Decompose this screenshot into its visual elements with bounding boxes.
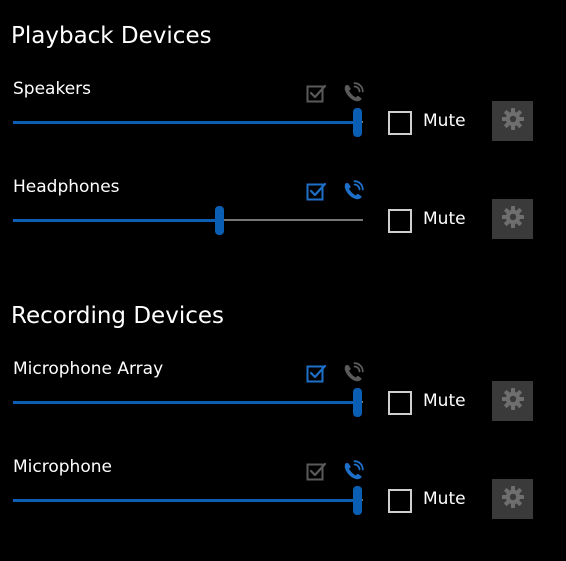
- sound-devices-panel: Playback Devices Speakers Mute Headphone…: [0, 0, 566, 561]
- volume-slider[interactable]: [13, 108, 363, 137]
- mute-checkbox[interactable]: [388, 111, 412, 135]
- volume-slider[interactable]: [13, 486, 363, 515]
- device-row: Speakers Mute: [0, 81, 566, 159]
- gear-icon: [501, 107, 525, 135]
- device-row: Headphones Mute: [0, 179, 566, 257]
- gear-icon: [501, 485, 525, 513]
- default-communication-icon[interactable]: [342, 82, 364, 104]
- default-device-icon[interactable]: [306, 461, 327, 481]
- device-name: Microphone: [13, 457, 112, 477]
- volume-slider[interactable]: [13, 388, 363, 417]
- default-device-icon[interactable]: [306, 363, 327, 383]
- gear-icon: [501, 387, 525, 415]
- volume-slider[interactable]: [13, 206, 363, 235]
- mute-checkbox[interactable]: [388, 391, 412, 415]
- mute-label[interactable]: Mute: [423, 113, 466, 130]
- mute-label[interactable]: Mute: [423, 393, 466, 410]
- mute-checkbox[interactable]: [388, 209, 412, 233]
- device-row: Microphone Mute: [0, 459, 566, 537]
- mute-label[interactable]: Mute: [423, 211, 466, 228]
- device-settings-button[interactable]: [492, 479, 533, 519]
- default-device-icon[interactable]: [306, 83, 327, 103]
- slider-fill: [13, 401, 358, 404]
- slider-thumb[interactable]: [353, 388, 362, 417]
- device-settings-button[interactable]: [492, 101, 533, 141]
- default-communication-icon[interactable]: [342, 362, 364, 384]
- default-communication-icon[interactable]: [342, 460, 364, 482]
- slider-fill: [13, 121, 358, 124]
- recording-devices-title: Recording Devices: [11, 303, 224, 329]
- device-settings-button[interactable]: [492, 381, 533, 421]
- device-row: Microphone Array Mute: [0, 361, 566, 439]
- device-name: Speakers: [13, 79, 92, 99]
- slider-fill: [13, 499, 358, 502]
- slider-thumb[interactable]: [353, 486, 362, 515]
- device-settings-button[interactable]: [492, 199, 533, 239]
- mute-checkbox[interactable]: [388, 489, 412, 513]
- default-device-icon[interactable]: [306, 181, 327, 201]
- slider-fill: [13, 219, 220, 222]
- slider-thumb[interactable]: [215, 206, 224, 235]
- default-communication-icon[interactable]: [342, 180, 364, 202]
- playback-devices-title: Playback Devices: [11, 23, 212, 49]
- slider-thumb[interactable]: [353, 108, 362, 137]
- device-name: Headphones: [13, 177, 120, 197]
- device-name: Microphone Array: [13, 359, 164, 379]
- mute-label[interactable]: Mute: [423, 491, 466, 508]
- gear-icon: [501, 205, 525, 233]
